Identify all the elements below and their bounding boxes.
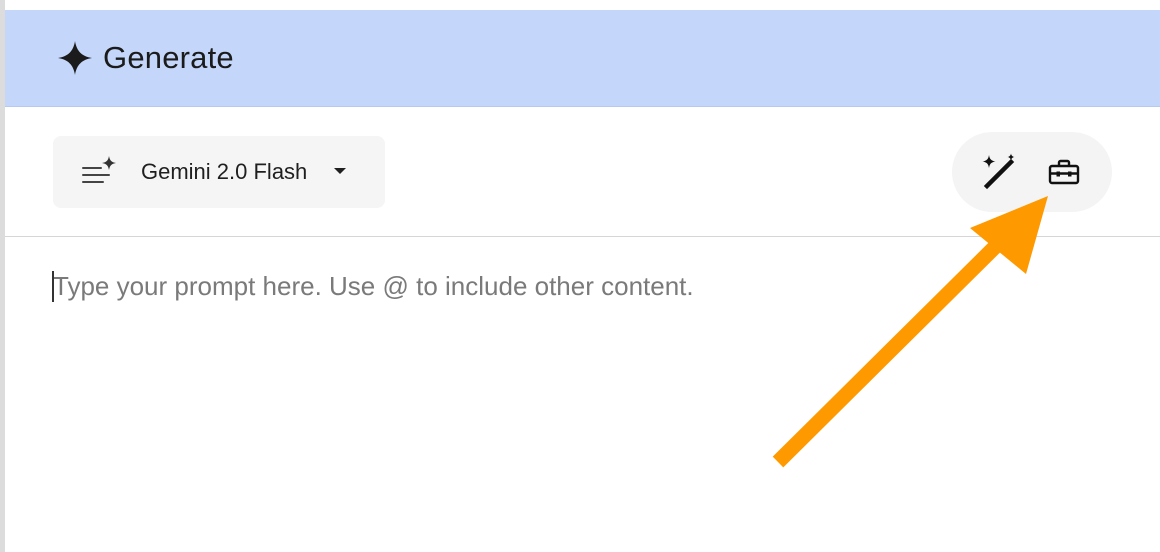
- model-sparkle-list-icon: [82, 156, 116, 183]
- prompt-tools-group: [952, 132, 1112, 212]
- magic-wand-icon: [982, 153, 1015, 190]
- caret-down-icon: [334, 168, 346, 174]
- generate-header: Generate: [5, 10, 1160, 107]
- text-cursor: [52, 271, 54, 302]
- toolbox-icon: [1048, 159, 1080, 185]
- model-selector-label: Gemini 2.0 Flash: [141, 159, 308, 184]
- model-selector[interactable]: Gemini 2.0 Flash: [53, 136, 385, 208]
- toolbar-divider: [5, 236, 1160, 237]
- sparkle-icon: [58, 41, 92, 75]
- window-top-strip: [0, 0, 1160, 10]
- prompt-input[interactable]: [53, 266, 1133, 306]
- toolbox-button[interactable]: [1044, 152, 1084, 192]
- page-title: Generate: [103, 40, 234, 75]
- magic-wand-button[interactable]: [978, 152, 1018, 192]
